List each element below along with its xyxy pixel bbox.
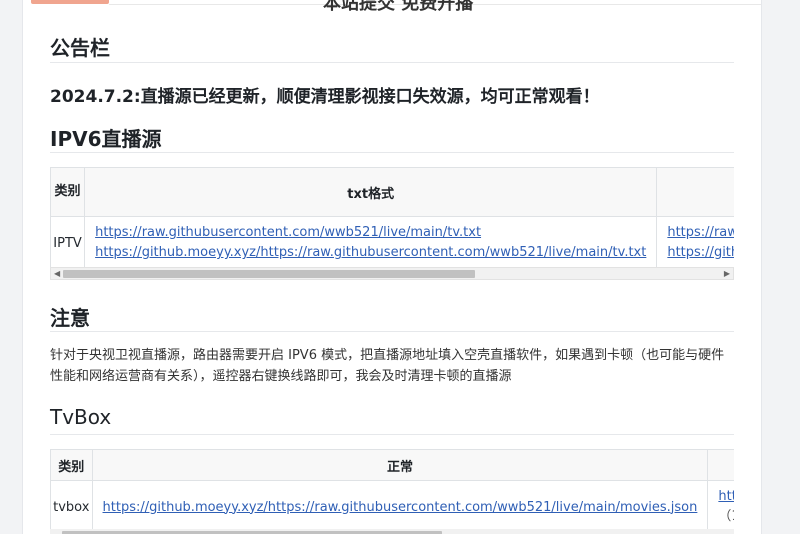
- announcement-heading: 公告栏: [50, 36, 110, 60]
- top-accent: [31, 0, 109, 4]
- tvbox-link-2[interactable]: https://gith: [718, 489, 734, 504]
- note-heading: 注意: [50, 306, 90, 330]
- scroll-right-icon[interactable]: ▶: [724, 269, 730, 279]
- announcement-date: 2024.7.2:: [50, 87, 141, 107]
- ipv6-col-type: 类别: [50, 167, 86, 217]
- tvbox-horizontal-scrollbar[interactable]: [50, 529, 734, 534]
- ipv6-link-mirror-2[interactable]: https://github.moe: [667, 245, 734, 260]
- note-text: 针对于央视卫视直播源，路由器需要开启 IPV6 模式，把直播源地址填入空壳直播软…: [50, 345, 734, 387]
- scroll-thumb[interactable]: [63, 270, 475, 278]
- announcement-line: 2024.7.2:直播源已经更新，顺便清理影视接口失效源，均可正常观看！: [50, 82, 600, 107]
- heading-divider: [50, 331, 734, 332]
- ipv6-col-extra: [656, 167, 734, 217]
- ipv6-horizontal-scrollbar[interactable]: ◀ ▶: [50, 267, 734, 280]
- tvbox-heading: TvBox: [50, 405, 112, 429]
- tvbox-table-container[interactable]: 类别 正常 tvbox https://github.moeyy.xyz/htt…: [50, 449, 734, 534]
- ipv6-link-mirror[interactable]: https://github.moeyy.xyz/https://raw.git…: [95, 245, 646, 260]
- note-line-2: 性能和网络运营商有关系），遥控器右键换线路即可，我会及时清理卡顿的直播源: [50, 369, 512, 384]
- ipv6-table: 类别 txt格式 IPTV https://raw.githubusercont…: [50, 167, 734, 267]
- tvbox-adult-note: （18+链接: [718, 509, 734, 524]
- tvbox-extra-cell: https://gith （18+链接: [707, 480, 734, 534]
- note-line-1: 针对于央视卫视直播源，路由器需要开启 IPV6 模式，把直播源地址填入空壳直播软…: [50, 348, 725, 363]
- page: 本站提交 免费开播 公告栏 2024.7.2:直播源已经更新，顺便清理影视接口失…: [22, 0, 762, 534]
- heading-divider: [50, 434, 734, 435]
- heading-divider: [50, 62, 734, 63]
- tvbox-table: 类别 正常 tvbox https://github.moeyy.xyz/htt…: [50, 449, 734, 534]
- ipv6-heading: IPV6直播源: [50, 127, 162, 151]
- ipv6-table-container[interactable]: 类别 txt格式 IPTV https://raw.githubusercont…: [50, 167, 734, 267]
- ipv6-extra-cell: https://raw.githubu https://github.moe: [656, 216, 734, 267]
- tvbox-normal-cell: https://github.moeyy.xyz/https://raw.git…: [91, 480, 709, 534]
- announcement-text: 直播源已经更新，顺便清理影视接口失效源，均可正常观看！: [140, 87, 600, 107]
- ipv6-txt-cell: https://raw.githubusercontent.com/wwb521…: [84, 216, 658, 267]
- tvbox-link-mirror[interactable]: https://github.moeyy.xyz/https://raw.git…: [103, 500, 698, 515]
- scroll-left-icon[interactable]: ◀: [54, 269, 60, 279]
- tvbox-row-type: tvbox: [50, 480, 93, 534]
- heading-divider: [50, 152, 734, 153]
- ipv6-col-txt: txt格式: [84, 167, 658, 217]
- tvbox-col-type: 类别: [50, 449, 93, 481]
- tvbox-col-normal: 正常: [91, 449, 709, 481]
- cut-off-title: 本站提交 免费开播: [323, 0, 474, 14]
- ipv6-link-raw[interactable]: https://raw.githubusercontent.com/wwb521…: [95, 225, 481, 240]
- ipv6-row-type: IPTV: [50, 216, 86, 267]
- tvbox-col-extra: [707, 449, 734, 481]
- ipv6-link-raw-2[interactable]: https://raw.githubu: [667, 225, 734, 240]
